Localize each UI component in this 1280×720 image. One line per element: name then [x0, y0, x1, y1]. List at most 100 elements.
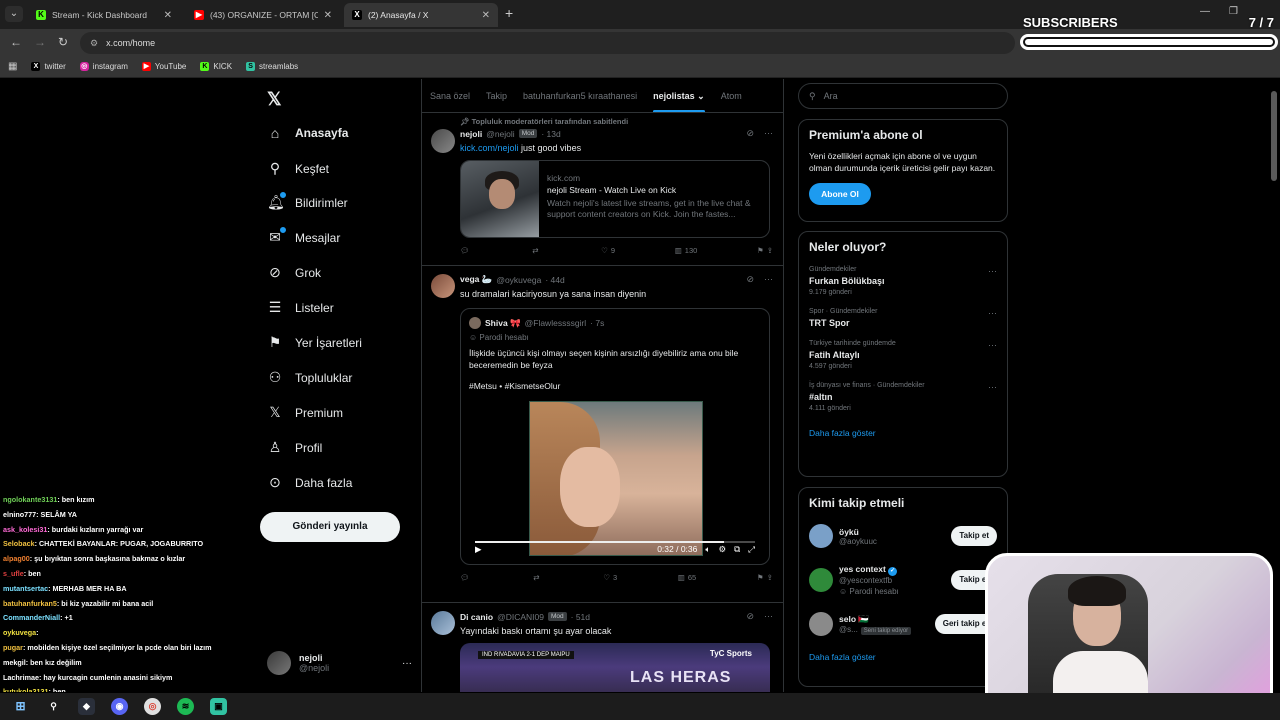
author-name[interactable]: nejoli: [460, 129, 482, 139]
chrome-icon[interactable]: ◎: [144, 698, 161, 715]
nav-premium[interactable]: 𝕏 Premium: [267, 404, 343, 421]
follow-suggestion[interactable]: selo 🇵🇸 @s... Seni takip ediyor Geri taki…: [809, 610, 997, 638]
tab-nejolistas[interactable]: nejolistas ⌄: [645, 79, 713, 112]
repost-button[interactable]: ⇄: [532, 246, 541, 255]
fullscreen-icon[interactable]: ⤢: [748, 544, 755, 555]
post-button[interactable]: Gönderi yayınla: [260, 512, 400, 542]
grok-icon[interactable]: ⊘: [746, 128, 754, 139]
browser-tab-kick[interactable]: K Stream - Kick Dashboard ✕: [28, 3, 180, 27]
back-icon[interactable]: ←: [10, 35, 22, 49]
show-more-link[interactable]: Daha fazla göster: [809, 652, 997, 662]
tab-sana-ozel[interactable]: Sana özel: [422, 79, 478, 112]
like-button[interactable]: ♡ 3: [603, 573, 617, 582]
follow-suggestion[interactable]: yes context ✓ @yescontextfb ☺ Parodi hes…: [809, 564, 997, 596]
reply-button[interactable]: 💬︎: [460, 246, 473, 255]
more-icon[interactable]: ···: [764, 611, 773, 622]
nav-lists[interactable]: ☰ Listeler: [267, 299, 334, 316]
views-button[interactable]: ▥ 65: [678, 573, 696, 582]
site-info-icon[interactable]: ⚙: [90, 38, 98, 49]
search-icon[interactable]: ⚲: [45, 698, 62, 715]
post-link[interactable]: kick.com/nejoli: [460, 143, 519, 153]
trend-item[interactable]: Türkiye tarihinde gündemde Fatih Altaylı…: [809, 340, 997, 370]
views-button[interactable]: ▥ 130: [675, 246, 698, 255]
app-icon[interactable]: ◆: [78, 698, 95, 715]
avatar[interactable]: [431, 611, 455, 635]
follow-button[interactable]: Takip et: [951, 526, 997, 546]
trend-item[interactable]: İş dünyası ve finans · Gündemdekiler #al…: [809, 382, 997, 412]
video-player[interactable]: ▶ 0:32 / 0:36 🔈︎ ⚙ ⧉ ⤢: [469, 401, 761, 556]
address-bar[interactable]: ⚙ x.com/home: [80, 32, 1015, 54]
quoted-post[interactable]: Shiva 🎀 @Flawlessssgirl · 7s ☺ Parodi he…: [460, 308, 770, 565]
bookmark-youtube[interactable]: ▶ YouTube: [141, 62, 186, 71]
x-logo-icon[interactable]: 𝕏: [267, 89, 282, 110]
more-icon[interactable]: ···: [988, 382, 997, 392]
spotify-icon[interactable]: ≋: [177, 698, 194, 715]
tab-batuhanfurkan5[interactable]: batuhanfurkan5 kıraathanesi: [515, 79, 645, 112]
quote-hashtags[interactable]: #Metsu • #KismetseOlur: [469, 381, 761, 391]
link-card[interactable]: kick.com nejoli Stream - Watch Live on K…: [460, 160, 770, 238]
bookmark-button[interactable]: ⚑ ⇪: [757, 246, 773, 255]
reload-icon[interactable]: ↻: [58, 35, 68, 49]
repost-button[interactable]: ⇄: [533, 573, 542, 582]
trend-item[interactable]: Gündemdekiler Furkan Bölükbaşı 9.179 gön…: [809, 266, 997, 296]
nav-communities[interactable]: ⚇ Topluluklar: [267, 369, 353, 386]
more-icon[interactable]: ···: [764, 128, 773, 139]
more-icon[interactable]: ···: [402, 658, 412, 669]
close-icon[interactable]: ✕: [482, 10, 490, 21]
more-icon[interactable]: ···: [988, 340, 997, 350]
post[interactable]: vega 🦢 @oykuvega · 44d ⊘ ··· su dramalari…: [422, 266, 783, 603]
nav-bookmarks[interactable]: ⚑ Yer İşaretleri: [267, 334, 362, 351]
windows-start-icon[interactable]: ⊞: [12, 698, 29, 715]
bookmark-twitter[interactable]: X twitter: [31, 62, 66, 71]
browser-tab-youtube[interactable]: ▶ (43) ORGANIZE - ORTAM [OFFI ✕: [186, 3, 340, 27]
avatar[interactable]: [431, 274, 455, 298]
apps-icon[interactable]: ▦: [8, 61, 17, 72]
streamlabs-icon[interactable]: ▣: [210, 698, 227, 715]
grok-icon[interactable]: ⊘: [746, 611, 754, 622]
new-tab-button[interactable]: +: [505, 5, 513, 21]
grok-icon[interactable]: ⊘: [746, 274, 754, 285]
pip-icon[interactable]: ⧉: [734, 544, 740, 555]
search-input[interactable]: ⚲ Ara: [798, 83, 1008, 109]
follow-suggestion[interactable]: öykü @aoykuuc Takip et: [809, 522, 997, 550]
subscribe-button[interactable]: Abone Ol: [809, 183, 871, 205]
browser-tab-x[interactable]: X (2) Anasayfa / X ✕: [344, 3, 498, 27]
account-switcher[interactable]: nejoli @nejoli ···: [267, 651, 412, 675]
avatar[interactable]: [431, 129, 455, 153]
share-icon[interactable]: ⇪: [767, 573, 773, 582]
close-icon[interactable]: ✕: [324, 10, 332, 21]
nav-messages[interactable]: ✉ Mesajlar: [267, 226, 340, 246]
like-button[interactable]: ♡ 9: [601, 246, 615, 255]
reply-button[interactable]: 💬︎: [460, 573, 473, 582]
share-icon[interactable]: ⇪: [767, 246, 773, 255]
post-image[interactable]: IND RIVADAVIA 2-1 DEP MAIPU TyC Sports L…: [460, 643, 770, 692]
bookmark-button[interactable]: ⚑ ⇪: [757, 573, 773, 582]
tab-atom[interactable]: Atom: [713, 79, 750, 112]
volume-icon[interactable]: 🔈︎: [705, 544, 710, 555]
author-name[interactable]: Di canio: [460, 612, 493, 622]
nav-explore[interactable]: ⚲ Keşfet: [267, 160, 329, 177]
settings-icon[interactable]: ⚙: [718, 544, 726, 555]
bookmark-kick[interactable]: K KICK: [200, 62, 232, 71]
post[interactable]: 📌︎ Topluluk moderatörleri tarafından sab…: [422, 113, 783, 266]
nav-grok[interactable]: ⊘ Grok: [267, 264, 321, 281]
bookmark-instagram[interactable]: ◎ instagram: [79, 62, 128, 71]
forward-icon[interactable]: →: [34, 35, 46, 49]
play-icon[interactable]: ▶: [475, 544, 482, 555]
close-icon[interactable]: ✕: [164, 10, 172, 21]
author-name[interactable]: vega 🦢: [460, 274, 492, 285]
trend-item[interactable]: Spor · Gündemdekiler TRT Spor ···: [809, 308, 997, 328]
nav-notifications[interactable]: 🔔︎ Bildirimler: [267, 191, 348, 211]
tab-search-button[interactable]: ⌄: [5, 6, 23, 22]
page-scrollbar[interactable]: [1271, 91, 1277, 181]
nav-profile[interactable]: ♙ Profil: [267, 439, 323, 456]
nav-more[interactable]: ⊙ Daha fazla: [267, 474, 352, 491]
bookmark-streamlabs[interactable]: S streamlabs: [246, 62, 298, 71]
show-more-link[interactable]: Daha fazla göster: [809, 428, 997, 438]
nav-home[interactable]: ⌂ Anasayfa: [267, 125, 349, 141]
post[interactable]: Di canio @DICANI09 Mod · 51d ⊘ ··· Yayınd…: [422, 603, 783, 692]
discord-icon[interactable]: ◉: [111, 698, 128, 715]
more-icon[interactable]: ···: [988, 308, 997, 318]
more-icon[interactable]: ···: [764, 274, 773, 285]
more-icon[interactable]: ···: [988, 266, 997, 276]
